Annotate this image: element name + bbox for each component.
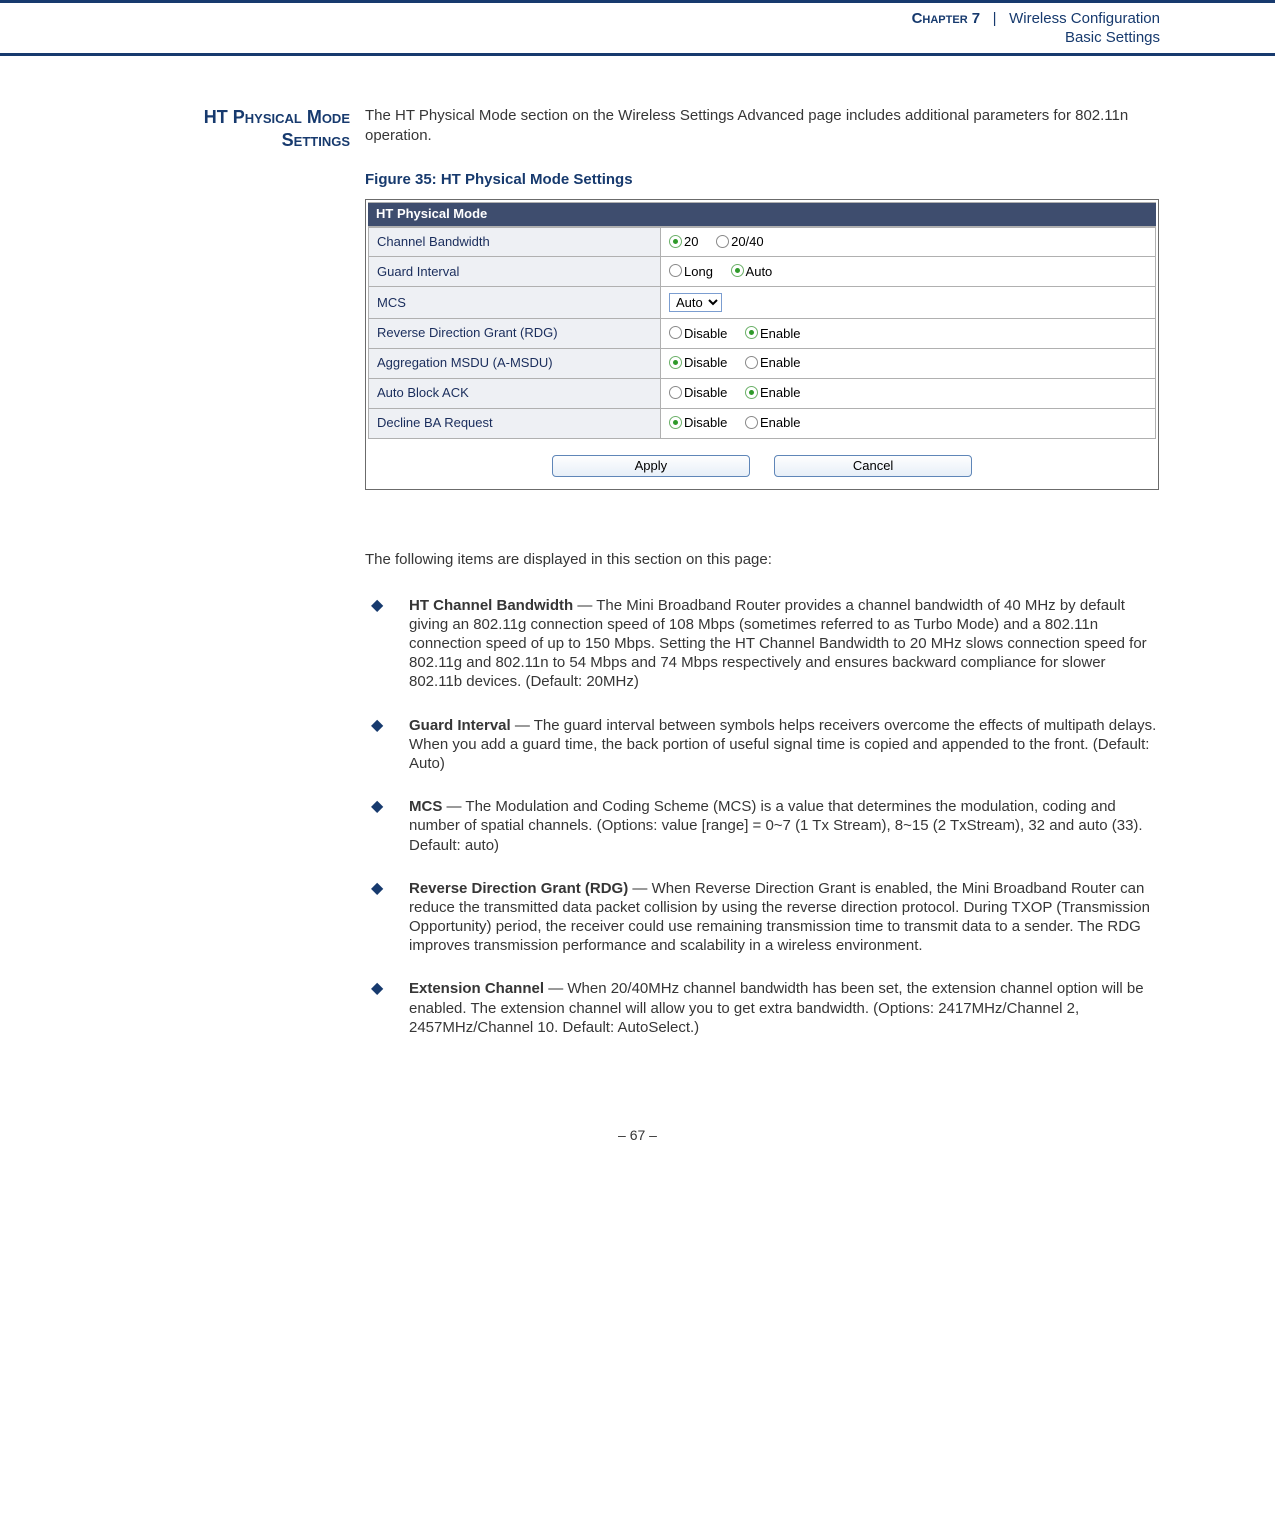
radio-amsdu-enable[interactable] xyxy=(745,356,758,369)
label-rdg: Reverse Direction Grant (RDG) xyxy=(369,319,661,349)
cancel-button[interactable]: Cancel xyxy=(774,455,972,478)
radio-channel-bandwidth-20[interactable] xyxy=(669,235,682,248)
radio-guard-auto[interactable] xyxy=(731,264,744,277)
list-item: HT Channel Bandwidth — The Mini Broadban… xyxy=(365,596,1160,692)
row-guard-interval: Guard Interval Long Auto xyxy=(369,257,1156,287)
select-mcs[interactable]: Auto xyxy=(669,293,722,312)
header-subsection: Basic Settings xyxy=(0,28,1160,47)
list-item: MCS — The Modulation and Coding Scheme (… xyxy=(365,797,1160,855)
list-item: Reverse Direction Grant (RDG) — When Rev… xyxy=(365,879,1160,956)
radio-ack-enable[interactable] xyxy=(745,386,758,399)
list-item: Extension Channel — When 20/40MHz channe… xyxy=(365,979,1160,1037)
row-mcs: MCS Auto xyxy=(369,287,1156,319)
list-item: Guard Interval — The guard interval betw… xyxy=(365,716,1160,774)
page-number: – 67 – xyxy=(0,1127,1275,1185)
label-auto-block-ack: Auto Block ACK xyxy=(369,379,661,409)
side-heading: HT Physical Mode Settings xyxy=(130,106,365,151)
row-channel-bandwidth: Channel Bandwidth 20 20/40 xyxy=(369,227,1156,257)
label-amsdu: Aggregation MSDU (A-MSDU) xyxy=(369,349,661,379)
radio-rdg-disable[interactable] xyxy=(669,326,682,339)
radio-ba-disable[interactable] xyxy=(669,416,682,429)
row-rdg: Reverse Direction Grant (RDG) Disable En… xyxy=(369,319,1156,349)
radio-channel-bandwidth-2040[interactable] xyxy=(716,235,729,248)
label-guard-interval: Guard Interval xyxy=(369,257,661,287)
label-mcs: MCS xyxy=(369,287,661,319)
section-lead: The following items are displayed in thi… xyxy=(365,550,1160,569)
header-section: Wireless Configuration xyxy=(1009,10,1160,27)
label-channel-bandwidth: Channel Bandwidth xyxy=(369,227,661,257)
radio-guard-long[interactable] xyxy=(669,264,682,277)
screenshot-title: HT Physical Mode xyxy=(368,202,1156,227)
figure-caption: Figure 35: HT Physical Mode Settings xyxy=(365,170,1160,189)
row-decline-ba: Decline BA Request Disable Enable xyxy=(369,408,1156,438)
radio-ack-disable[interactable] xyxy=(669,386,682,399)
item-list: HT Channel Bandwidth — The Mini Broadban… xyxy=(365,596,1160,1037)
apply-button[interactable]: Apply xyxy=(552,455,750,478)
page-header: Chapter 7 | Wireless Configuration Basic… xyxy=(0,0,1275,56)
row-auto-block-ack: Auto Block ACK Disable Enable xyxy=(369,379,1156,409)
radio-amsdu-disable[interactable] xyxy=(669,356,682,369)
radio-ba-enable[interactable] xyxy=(745,416,758,429)
intro-paragraph: The HT Physical Mode section on the Wire… xyxy=(365,106,1160,144)
chapter-label: Chapter 7 xyxy=(912,10,981,27)
screenshot-figure: HT Physical Mode Channel Bandwidth 20 20… xyxy=(365,199,1159,491)
label-decline-ba: Decline BA Request xyxy=(369,408,661,438)
header-separator: | xyxy=(993,10,997,27)
radio-rdg-enable[interactable] xyxy=(745,326,758,339)
row-amsdu: Aggregation MSDU (A-MSDU) Disable Enable xyxy=(369,349,1156,379)
